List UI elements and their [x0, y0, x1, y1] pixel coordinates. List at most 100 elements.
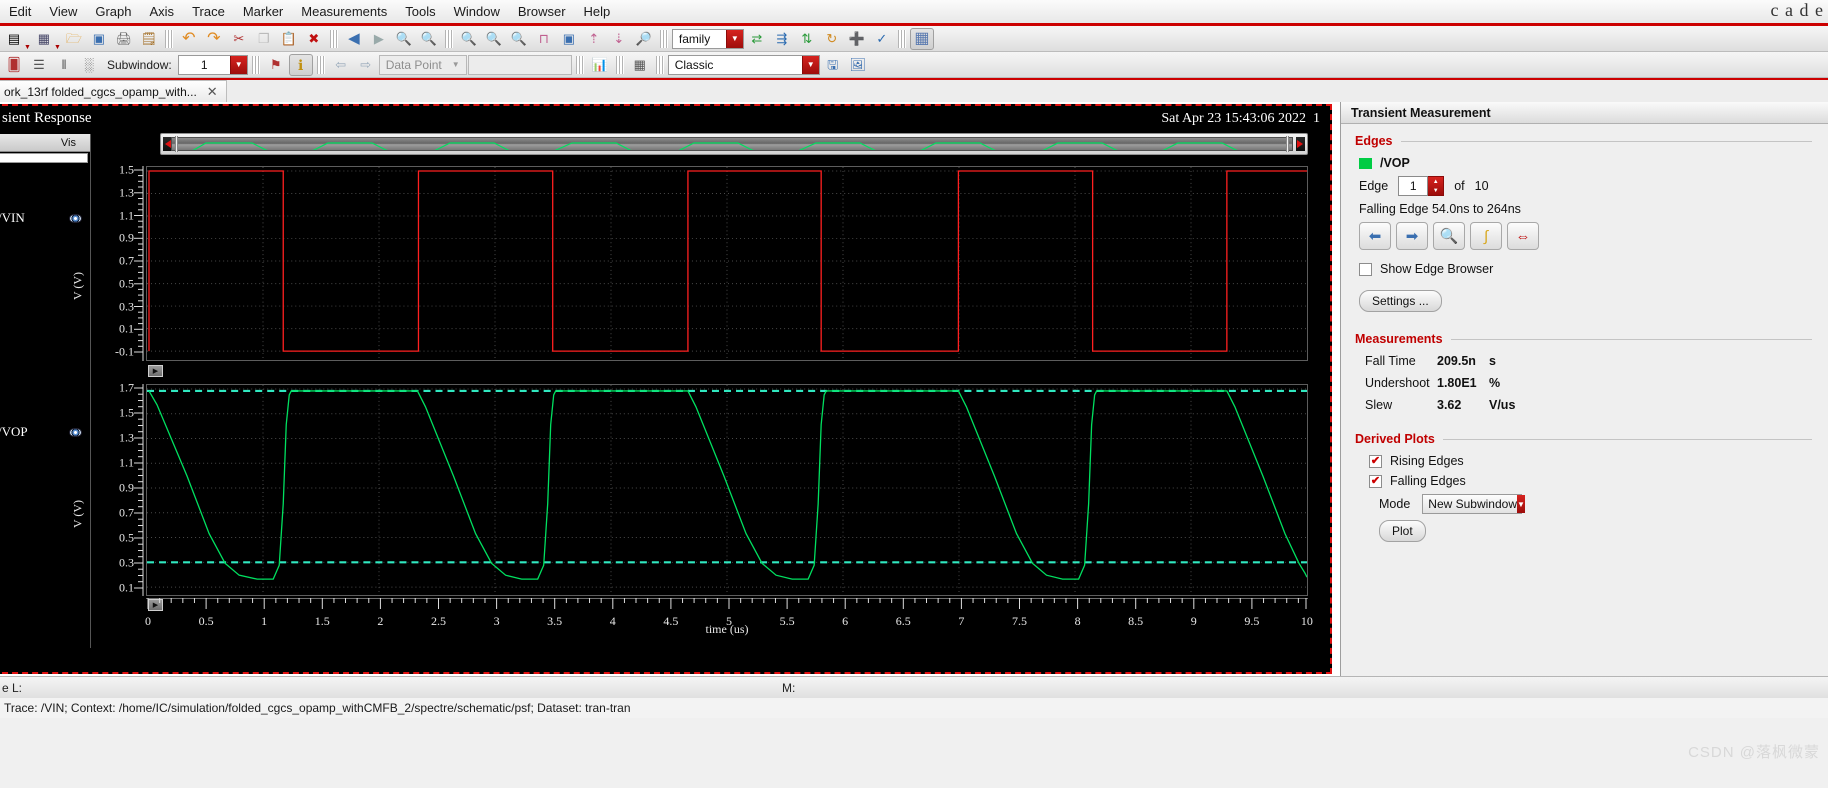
chevron-down-icon[interactable]: ▼ [229, 55, 247, 74]
rising-edges-checkbox[interactable]: ✔ [1369, 454, 1382, 468]
cut-icon[interactable]: ✂ [227, 28, 251, 50]
menu-item-marker[interactable]: Marker [234, 1, 292, 22]
back-icon[interactable]: ◀ [342, 28, 366, 50]
split-traces-icon[interactable]: ⇶ [770, 28, 794, 50]
redo-icon[interactable]: ↷ [202, 28, 226, 50]
zoom-area-icon[interactable]: ▣ [557, 28, 581, 50]
export-image-icon[interactable]: 🖼 [846, 54, 870, 76]
close-icon[interactable]: ✕ [207, 84, 218, 100]
menu-item-browser[interactable]: Browser [509, 1, 575, 22]
print-icon[interactable]: 🖨 [112, 28, 136, 50]
new-document-icon[interactable]: ▤ [2, 28, 26, 50]
falling-edges-row[interactable]: ✔ Falling Edges [1369, 474, 1828, 488]
zoom-waveform-icon[interactable]: ⊓ [532, 28, 556, 50]
smith-chart-mode-icon[interactable]: ░ [77, 54, 101, 76]
menu-item-view[interactable]: View [40, 1, 86, 22]
tab-folded-cgcs-opamp[interactable]: ork_13rf folded_cgcs_opamp_with... ✕ [0, 80, 227, 102]
scrollbar-thumb-grip-right[interactable] [1286, 136, 1289, 152]
settings-button[interactable]: Settings ... [1359, 290, 1442, 312]
previous-edge-icon[interactable]: ⬅ [1359, 222, 1391, 250]
style-combo[interactable]: Classic ▼ [667, 54, 820, 75]
save-icon[interactable]: ▣ [87, 28, 111, 50]
prev-marker-icon[interactable]: ⇦ [329, 54, 353, 76]
spinner-down-icon[interactable]: ▼ [1433, 188, 1439, 194]
eye-icon[interactable] [69, 427, 82, 437]
forward-icon[interactable]: ▶ [367, 28, 391, 50]
split-mode-icon[interactable]: ‖ [52, 54, 76, 76]
move-trace-up-icon[interactable]: ⇅ [795, 28, 819, 50]
info-tool-icon[interactable]: ℹ [288, 53, 313, 76]
stacked-mode-icon[interactable]: ☰ [27, 54, 51, 76]
plot-button[interactable]: Plot [1379, 520, 1426, 542]
scrollbar-thumb-grip-left[interactable] [175, 136, 178, 152]
signal-row-vop[interactable]: /VOP [0, 421, 90, 443]
graph-canvas[interactable]: sient Response Sat Apr 23 15:43:06 2022 … [0, 104, 1332, 674]
menu-item-trace[interactable]: Trace [183, 1, 234, 22]
chevron-down-icon[interactable]: ▼ [801, 55, 819, 74]
zoom-out-all-icon[interactable]: 🔍 [457, 28, 481, 50]
rising-edges-row[interactable]: ✔ Rising Edges [1369, 454, 1828, 468]
menu-item-measurements[interactable]: Measurements [292, 1, 396, 22]
menu-item-axis[interactable]: Axis [141, 1, 184, 22]
marker-right-icon[interactable] [1297, 140, 1303, 148]
copy-icon[interactable]: ❐ [252, 28, 276, 50]
falling-edges-checkbox[interactable]: ✔ [1369, 474, 1382, 488]
add-trace-icon[interactable]: ➕ [845, 28, 869, 50]
signal-row-vin[interactable]: /VIN [0, 207, 90, 229]
graph-pan-scrollbar[interactable] [160, 133, 1308, 155]
show-edge-browser-checkbox[interactable] [1359, 262, 1372, 276]
grid-toggle-icon[interactable]: ▦ [909, 27, 934, 50]
undo-icon[interactable]: ↶ [177, 28, 201, 50]
delete-icon[interactable]: ✖ [302, 28, 326, 50]
chevron-down-icon[interactable]: ▼ [725, 29, 743, 48]
zoom-edge-icon[interactable]: 🔍 [1433, 222, 1465, 250]
paste-icon[interactable]: 📋 [277, 28, 301, 50]
graph-vin[interactable]: 1.5 1.3 1.1 0.9 0.7 0.5 0.3 0.1 -0.1 V (… [71, 163, 1308, 377]
menu-item-edit[interactable]: Edit [0, 1, 40, 22]
graph-vop[interactable]: 1.7 1.5 1.3 1.1 0.9 0.7 0.5 0.3 0.1 V (V… [71, 381, 1308, 611]
chevron-down-icon[interactable]: ▼ [1517, 495, 1525, 513]
menu-item-tools[interactable]: Tools [396, 1, 444, 22]
eye-icon[interactable] [69, 213, 82, 223]
data-point-value-field[interactable] [467, 54, 572, 75]
next-marker-icon[interactable]: ⇨ [354, 54, 378, 76]
swap-traces-icon[interactable]: ⇄ [745, 28, 769, 50]
data-point-combo[interactable]: Data Point ▼ [378, 54, 467, 75]
apply-trace-icon[interactable]: ✓ [870, 28, 894, 50]
family-combo[interactable]: family ▼ [671, 28, 744, 49]
graph-vin-play-button[interactable]: ▶ [148, 365, 163, 377]
zoom-vertical-out-icon[interactable]: ⇣ [607, 28, 631, 50]
zoom-fit-icon[interactable]: 🔍 [392, 28, 416, 50]
edge-spinner-buttons[interactable]: ▲ ▼ [1428, 176, 1445, 196]
table-view-icon[interactable]: ▦ [628, 54, 652, 76]
zoom-in-icon[interactable]: 🔍 [417, 28, 441, 50]
chevron-down-icon[interactable]: ▼ [452, 60, 460, 69]
menu-item-graph[interactable]: Graph [86, 1, 140, 22]
next-edge-icon[interactable]: ➡ [1396, 222, 1428, 250]
mode-combo[interactable]: New Subwindow ▼ [1422, 494, 1525, 514]
strip-mode-icon[interactable]: 🂠 [2, 54, 26, 76]
zoom-out-x-icon[interactable]: 🔍 [507, 28, 531, 50]
zoom-vertical-in-icon[interactable]: ⇡ [582, 28, 606, 50]
signal-filter-input[interactable] [0, 153, 88, 163]
open-folder-icon[interactable]: 🗁 [62, 28, 86, 50]
zoom-in-x-icon[interactable]: 🔍 [482, 28, 506, 50]
save-session-icon[interactable]: 🖫 [821, 54, 845, 76]
new-graph-window-icon[interactable]: ▦ [32, 28, 56, 50]
slew-curve-icon[interactable]: ∫ [1470, 222, 1502, 250]
refresh-trace-icon[interactable]: ↻ [820, 28, 844, 50]
menu-item-window[interactable]: Window [445, 1, 509, 22]
marker-left-icon[interactable] [165, 140, 171, 148]
menu-item-help[interactable]: Help [575, 1, 620, 22]
plot-clipboard-icon[interactable]: 🗒 [137, 28, 161, 50]
subwindow-combo[interactable]: 1 ▼ [177, 54, 248, 75]
marker-flag-icon[interactable]: ⚑ [264, 54, 288, 76]
edge-number-input[interactable]: 1 [1398, 176, 1429, 196]
spinner-up-icon[interactable]: ▲ [1433, 179, 1439, 185]
scrollbar-track[interactable] [171, 137, 1293, 151]
show-edge-browser-row[interactable]: Show Edge Browser [1359, 262, 1828, 276]
edge-spinner[interactable]: 1 ▲ ▼ [1398, 176, 1445, 196]
histogram-icon[interactable]: 📊 [588, 54, 612, 76]
zoom-reset-icon[interactable]: 🔎 [632, 28, 656, 50]
edge-time-icon[interactable]: ⇔ [1507, 222, 1539, 250]
